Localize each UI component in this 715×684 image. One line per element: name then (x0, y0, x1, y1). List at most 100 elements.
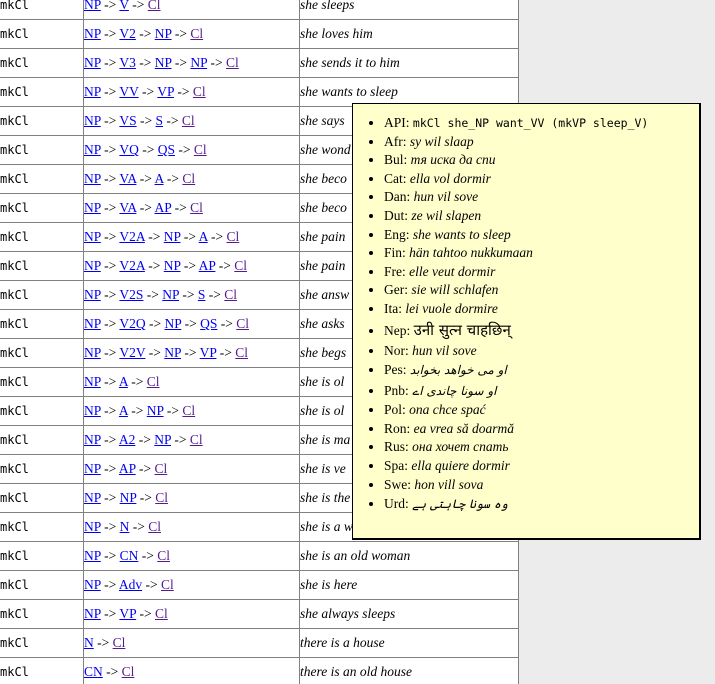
category-link-cl[interactable]: Cl (236, 316, 249, 331)
category-link-np[interactable]: NP (84, 287, 101, 302)
category-link-cl[interactable]: Cl (147, 374, 160, 389)
category-link-np[interactable]: NP (84, 113, 101, 128)
category-link-np[interactable]: NP (147, 403, 164, 418)
category-link-a[interactable]: A (155, 171, 164, 186)
category-link-n[interactable]: N (84, 635, 94, 650)
category-link-np[interactable]: NP (84, 316, 101, 331)
category-link-cn[interactable]: CN (84, 664, 103, 679)
category-link-a[interactable]: A (199, 229, 208, 244)
category-link-np[interactable]: NP (84, 374, 101, 389)
category-link-qs[interactable]: QS (200, 316, 217, 331)
category-link-np[interactable]: NP (164, 258, 181, 273)
category-link-cl[interactable]: Cl (155, 606, 168, 621)
category-link-np[interactable]: NP (84, 171, 101, 186)
category-link-np[interactable]: NP (84, 258, 101, 273)
category-link-np[interactable]: NP (155, 26, 172, 41)
category-link-np[interactable]: NP (84, 519, 101, 534)
category-link-cl[interactable]: Cl (148, 519, 161, 534)
category-link-vp[interactable]: VP (200, 345, 217, 360)
category-link-v2s[interactable]: V2S (119, 287, 143, 302)
category-link-va[interactable]: VA (119, 200, 136, 215)
category-link-cl[interactable]: Cl (148, 0, 161, 12)
category-link-cl[interactable]: Cl (194, 142, 207, 157)
category-link-np[interactable]: NP (84, 461, 101, 476)
category-link-a[interactable]: A (119, 374, 128, 389)
category-link-vp[interactable]: VP (157, 84, 174, 99)
category-link-np[interactable]: NP (84, 84, 101, 99)
category-link-adv[interactable]: Adv (119, 577, 142, 592)
category-link-n[interactable]: N (120, 519, 130, 534)
translation-item-fin: Fin: hän tahtoo nukkumaan (384, 244, 693, 263)
category-link-cl[interactable]: Cl (182, 171, 195, 186)
table-row: mkClNP -> V2 -> NP -> Clshe loves him (0, 20, 519, 49)
category-link-cl[interactable]: Cl (235, 345, 248, 360)
category-link-vs[interactable]: VS (119, 113, 136, 128)
category-link-vv[interactable]: VV (119, 84, 138, 99)
category-link-cl[interactable]: Cl (122, 664, 135, 679)
translation-text: hun vil sove (412, 343, 476, 358)
function-name-cell: mkCl (0, 455, 84, 484)
category-link-v[interactable]: V (119, 0, 129, 12)
category-link-np[interactable]: NP (84, 403, 101, 418)
category-link-cl[interactable]: Cl (155, 461, 168, 476)
category-link-v2a[interactable]: V2A (119, 229, 145, 244)
table-row: mkClCN -> Clthere is an old house (0, 658, 519, 684)
arrow-separator: -> (101, 606, 120, 621)
category-link-v3[interactable]: V3 (119, 55, 136, 70)
category-link-np[interactable]: NP (84, 345, 101, 360)
category-link-np[interactable]: NP (164, 345, 181, 360)
category-link-cl[interactable]: Cl (227, 229, 240, 244)
category-link-np[interactable]: NP (84, 0, 101, 12)
category-link-np[interactable]: NP (84, 490, 101, 505)
category-link-vq[interactable]: VQ (119, 142, 139, 157)
category-link-np[interactable]: NP (162, 287, 179, 302)
category-link-v2v[interactable]: V2V (119, 345, 145, 360)
arrow-separator: -> (101, 142, 120, 157)
category-link-cl[interactable]: Cl (155, 490, 168, 505)
category-link-v2a[interactable]: V2A (119, 258, 145, 273)
category-link-np[interactable]: NP (84, 432, 101, 447)
function-name-cell: mkCl (0, 165, 84, 194)
category-link-cl[interactable]: Cl (182, 113, 195, 128)
category-link-cl[interactable]: Cl (190, 26, 203, 41)
category-link-a[interactable]: A (119, 403, 128, 418)
category-link-np[interactable]: NP (120, 490, 137, 505)
category-link-np[interactable]: NP (84, 200, 101, 215)
category-link-np[interactable]: NP (84, 26, 101, 41)
category-link-qs[interactable]: QS (158, 142, 175, 157)
category-link-np[interactable]: NP (84, 142, 101, 157)
category-link-np[interactable]: NP (84, 606, 101, 621)
arrow-separator: -> (101, 258, 120, 273)
category-link-cl[interactable]: Cl (161, 577, 174, 592)
category-link-cl[interactable]: Cl (234, 258, 247, 273)
category-link-np[interactable]: NP (84, 55, 101, 70)
category-link-ap[interactable]: AP (155, 200, 172, 215)
category-link-np[interactable]: NP (155, 55, 172, 70)
category-link-s[interactable]: S (156, 113, 164, 128)
category-link-np[interactable]: NP (190, 55, 207, 70)
category-link-a2[interactable]: A2 (119, 432, 136, 447)
category-link-cl[interactable]: Cl (190, 200, 203, 215)
category-link-np[interactable]: NP (164, 229, 181, 244)
category-link-np[interactable]: NP (84, 548, 101, 563)
category-link-cl[interactable]: Cl (226, 55, 239, 70)
category-link-vp[interactable]: VP (119, 606, 136, 621)
category-link-cl[interactable]: Cl (157, 548, 170, 563)
category-link-cl[interactable]: Cl (113, 635, 126, 650)
category-link-np[interactable]: NP (84, 229, 101, 244)
category-link-ap[interactable]: AP (119, 461, 136, 476)
category-link-cl[interactable]: Cl (182, 403, 195, 418)
category-link-v2[interactable]: V2 (119, 26, 136, 41)
category-link-v2q[interactable]: V2Q (119, 316, 145, 331)
category-link-np[interactable]: NP (154, 432, 171, 447)
category-link-np[interactable]: NP (165, 316, 182, 331)
category-link-cn[interactable]: CN (120, 548, 139, 563)
category-link-va[interactable]: VA (119, 171, 136, 186)
category-link-cl[interactable]: Cl (193, 84, 206, 99)
rule-cell: NP -> V2Q -> NP -> QS -> Cl (84, 310, 300, 339)
category-link-ap[interactable]: AP (199, 258, 216, 273)
category-link-cl[interactable]: Cl (190, 432, 203, 447)
category-link-np[interactable]: NP (84, 577, 101, 592)
category-link-cl[interactable]: Cl (224, 287, 237, 302)
translation-text: उनी सुत्न चाहछिन् (414, 321, 511, 339)
